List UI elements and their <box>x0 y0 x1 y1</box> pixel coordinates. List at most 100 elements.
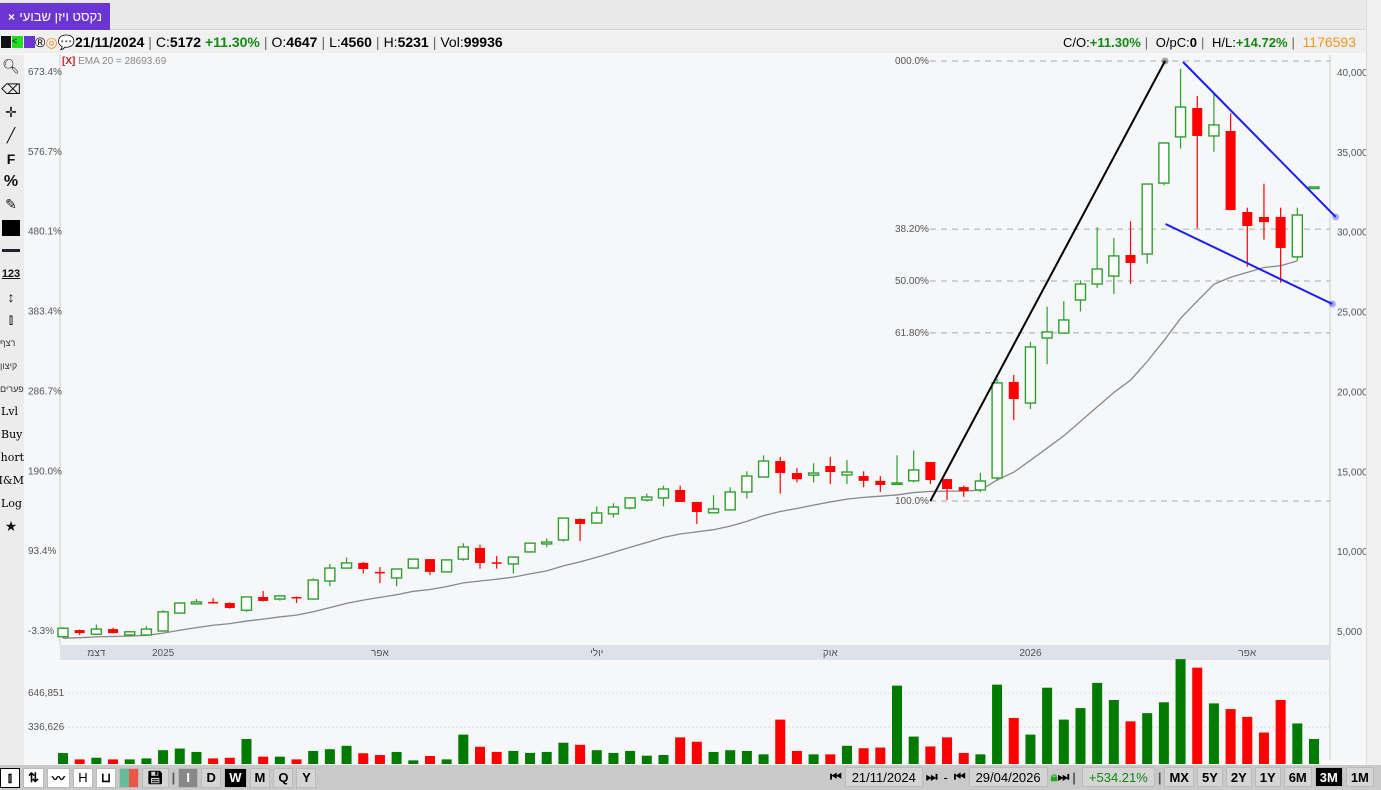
volume-bar <box>1008 717 1019 764</box>
period-yearly[interactable]: Y <box>296 767 317 788</box>
candle-body <box>475 547 485 563</box>
period-monthly[interactable]: M <box>249 767 271 788</box>
range-2y[interactable]: 2Y <box>1225 767 1252 787</box>
volume-bar <box>1025 734 1036 764</box>
volume-axis-tick: 336,626 <box>28 722 65 733</box>
volume-bar <box>141 758 152 764</box>
volume-bar <box>91 757 102 764</box>
candle-body <box>741 475 753 493</box>
extreme-tool[interactable]: קיצון <box>0 354 24 377</box>
volume-bar <box>274 756 285 764</box>
period-daily[interactable]: D <box>201 767 222 788</box>
gaps-tool[interactable]: פערים <box>0 377 24 400</box>
performance-value: +534.21% <box>1081 767 1155 787</box>
candle-body <box>707 508 720 514</box>
candle-body <box>825 465 836 473</box>
line-chart-icon[interactable]: 〰 <box>46 767 70 788</box>
range-1m[interactable]: 1M <box>1345 767 1374 787</box>
line-tool-icon[interactable]: ╱ <box>0 124 22 147</box>
candle-body <box>807 472 820 476</box>
pencil-icon[interactable]: ✎ <box>0 193 22 216</box>
volume-bar <box>1042 687 1053 764</box>
period-quarterly[interactable]: Q <box>273 767 294 788</box>
fib-level-label: 38.20% <box>895 224 929 235</box>
left-axis-tick: 576.7% <box>28 147 62 158</box>
percent-tool[interactable]: % <box>0 170 22 193</box>
volume-bar <box>1225 709 1236 764</box>
right-axis-tick: 15,000 <box>1337 467 1368 478</box>
log-scale-toggle[interactable]: Log <box>0 492 24 515</box>
volume-bar <box>1309 739 1319 764</box>
volume-bar <box>241 739 252 764</box>
fibonacci-tool[interactable]: F <box>0 147 22 170</box>
hlc-chart-icon[interactable]: H <box>72 767 93 788</box>
range-5y[interactable]: 5Y <box>1196 767 1223 787</box>
candle-body <box>390 568 403 579</box>
volume-color-icon[interactable] <box>119 767 140 788</box>
lock-icon[interactable]: 🔒︎ <box>1051 769 1058 785</box>
candle-body <box>791 473 802 480</box>
mm-tool[interactable]: M&M <box>0 469 24 492</box>
volume-bar <box>625 750 636 764</box>
volume-bar <box>1075 708 1086 764</box>
search-icon[interactable]: 🔍︎ <box>0 55 22 78</box>
line-width-icon[interactable] <box>0 239 22 262</box>
range-1y[interactable]: 1Y <box>1254 767 1281 787</box>
candlestick-chart-icon[interactable]: ⫾ <box>0 767 20 788</box>
period-intraday[interactable]: I <box>178 767 199 788</box>
candle-body <box>140 628 153 636</box>
volume-bar <box>74 759 85 764</box>
time-axis-label: אפר <box>371 648 389 659</box>
volume-bar <box>475 746 485 764</box>
candle-body <box>1308 186 1320 190</box>
area-chart-icon[interactable]: ⊔ <box>95 767 117 788</box>
chart-canvas[interactable]: 40,000 673.4% 35,000 576.7% 30,000 480.1% 25,0… <box>0 0 1381 765</box>
period-weekly[interactable]: W <box>224 767 247 788</box>
volume-bar <box>958 752 969 764</box>
volume-bar <box>224 757 235 764</box>
color-picker[interactable] <box>0 216 22 239</box>
candles-icon[interactable]: ⫾ <box>0 308 22 331</box>
candle-body <box>974 480 987 491</box>
candle-body <box>407 558 419 569</box>
candle-body <box>1008 381 1019 400</box>
candle-body <box>1125 254 1136 263</box>
fib-level-label: 000.0% <box>895 56 929 67</box>
remove-ema-button[interactable]: [X] <box>62 56 75 67</box>
range-3m[interactable]: 3M <box>1314 767 1343 787</box>
left-axis-tick: 480.1% <box>28 227 62 238</box>
volume-bar <box>391 751 402 764</box>
range-mx[interactable]: MX <box>1164 767 1194 787</box>
vertical-scrollbar[interactable] <box>1366 0 1381 765</box>
vertical-arrow-icon[interactable]: ↕ <box>0 285 22 308</box>
time-axis-label: אוק <box>823 648 838 659</box>
start-first-icon[interactable]: ⏮ <box>830 769 842 785</box>
candle-body <box>274 595 286 600</box>
end-date[interactable]: 29/04/2026 <box>968 767 1048 787</box>
sequence-tool[interactable]: רצף <box>0 331 24 354</box>
short-tool[interactable]: Short <box>0 446 24 469</box>
numbers-tool[interactable]: 123 <box>0 262 22 285</box>
volume-bar <box>908 736 919 764</box>
candle-body <box>324 567 336 582</box>
candle-body <box>1141 183 1153 255</box>
candle-body <box>1275 216 1286 248</box>
star-icon[interactable]: ★ <box>0 515 22 538</box>
start-last-icon[interactable]: ⏭ <box>926 769 938 785</box>
end-last-icon[interactable]: ⏭ <box>1058 769 1070 785</box>
volume-bar <box>508 750 519 764</box>
range-6m[interactable]: 6M <box>1283 767 1312 787</box>
level-tool[interactable]: Lvl <box>0 400 24 423</box>
buy-tool[interactable]: Buy <box>0 423 24 446</box>
volume-bar <box>1208 703 1219 764</box>
crosshair-icon[interactable]: ✛ <box>0 101 22 124</box>
right-axis-tick: 25,000 <box>1337 308 1368 319</box>
candle-body <box>607 506 620 515</box>
end-first-icon[interactable]: ⏮ <box>954 769 966 785</box>
volume-bar <box>841 745 852 764</box>
volume-bar <box>291 759 302 764</box>
save-icon[interactable]: 💾︎ <box>142 767 169 788</box>
start-date[interactable]: 21/11/2024 <box>844 767 923 787</box>
eraser-icon[interactable]: ⌫ <box>0 78 22 101</box>
ohlc-chart-icon[interactable]: ⇅ <box>23 767 44 788</box>
